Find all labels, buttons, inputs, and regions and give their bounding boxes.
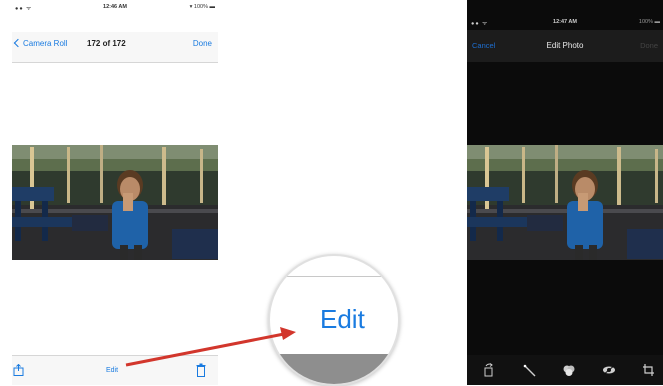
status-bar: ●● ᯤ 12:47 AM 100% ▬ [467,0,663,27]
red-eye-icon[interactable] [601,363,617,377]
chevron-left-icon[interactable] [13,38,23,48]
crop-icon[interactable] [641,363,657,377]
edit-photo-title: Edit Photo [546,41,584,50]
filters-icon[interactable] [561,363,577,377]
back-camera-roll-button[interactable]: Camera Roll [23,39,67,48]
edit-tools-toolbar [467,355,663,385]
photos-viewer-screen: ●● ᯤ 12:46 AM ▾ 100% ▬ Camera Roll 172 o… [12,0,218,385]
photo-image[interactable] [12,145,218,260]
magic-wand-icon[interactable] [522,363,538,377]
done-button[interactable]: Done [640,41,658,50]
done-button[interactable]: Done [193,39,212,48]
magnifier-divider [270,276,398,277]
battery-indicator: ▾ 100% ▬ [189,4,215,10]
edit-button[interactable]: Edit [106,367,118,374]
edit-navigation-bar: Cancel Edit Photo Done [467,30,663,62]
magnified-edit-label: Edit [320,304,365,334]
status-time: 12:47 AM [553,19,577,25]
edit-button-magnifier: Edit [268,254,400,386]
navigation-bar: Camera Roll 172 of 172 Done [12,32,218,63]
bottom-toolbar: Edit [12,355,218,385]
battery-indicator: 100% ▬ [638,19,660,25]
trash-icon[interactable] [196,363,206,377]
magnifier-toolbar-edge [270,354,398,384]
photo-counter-title: 172 of 172 [87,39,126,48]
rotate-icon[interactable] [481,363,497,377]
status-time: 12:46 AM [103,4,127,10]
photo-image[interactable] [467,145,663,260]
share-icon[interactable] [13,364,24,376]
status-bar: ●● ᯤ 12:46 AM ▾ 100% ▬ [12,0,218,14]
edit-photo-screen: ●● ᯤ 12:47 AM 100% ▬ Cancel Edit Photo D… [467,0,663,385]
